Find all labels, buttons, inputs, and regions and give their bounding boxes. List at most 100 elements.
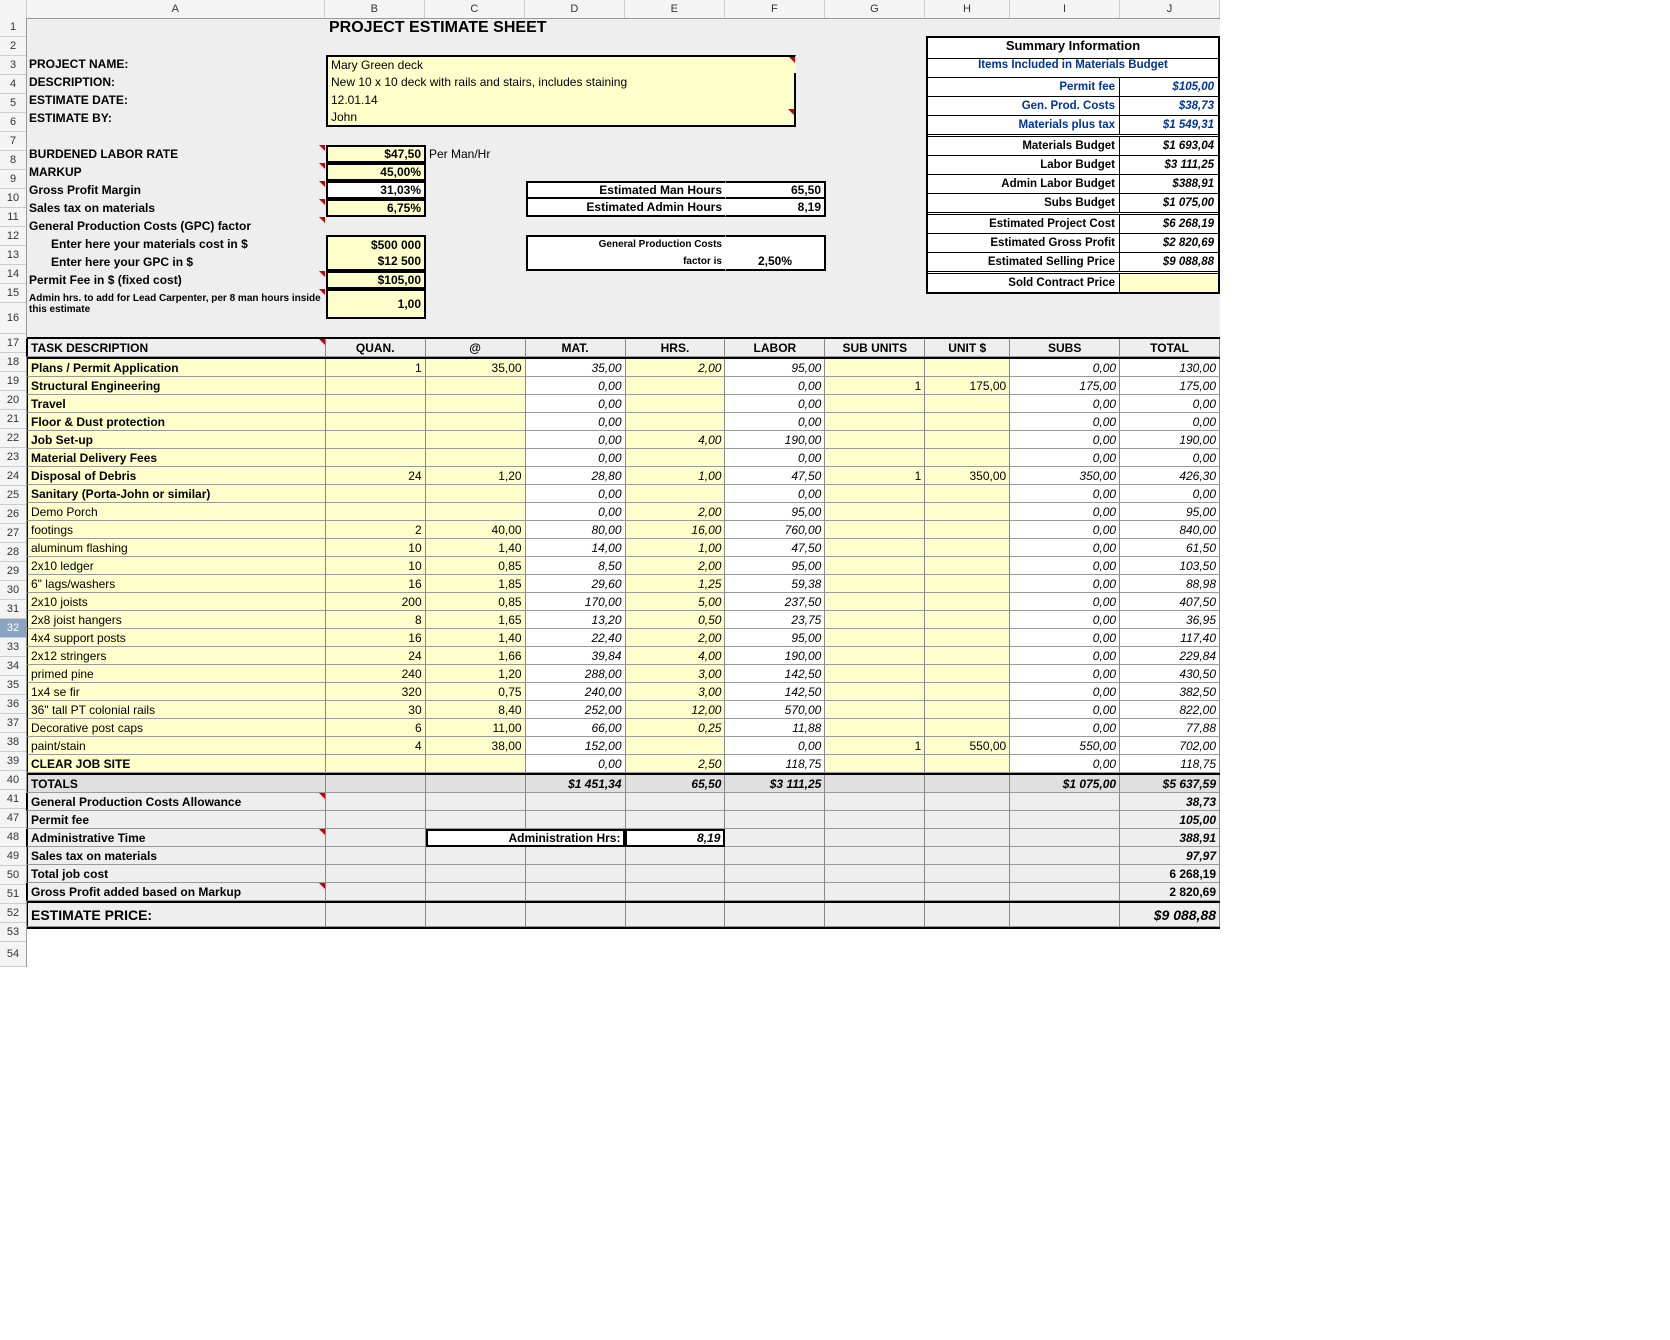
row-num-38[interactable]: 38 [0,733,26,752]
table-row[interactable]: Material Delivery Fees0,000,000,000,00 [26,449,1220,467]
row-num-33[interactable]: 33 [0,638,26,657]
row-num-19[interactable]: 19 [0,372,26,391]
row-num-4[interactable]: 4 [0,75,26,94]
table-row[interactable]: 2x12 stringers241,6639,844,00190,000,002… [26,647,1220,665]
table-row[interactable]: Plans / Permit Application135,0035,002,0… [26,359,1220,377]
table-row[interactable]: 4x4 support posts161,4022,402,0095,000,0… [26,629,1220,647]
table-row[interactable]: Disposal of Debris241,2028,801,0047,5013… [26,467,1220,485]
row-num-39[interactable]: 39 [0,752,26,771]
row-num-32[interactable]: 32 [0,619,26,638]
row-num-48[interactable]: 48 [0,828,26,847]
table-row[interactable]: Travel0,000,000,000,00 [26,395,1220,413]
estimate-by-input[interactable]: John [326,109,796,127]
admin-hrs-input[interactable]: 1,00 [326,289,426,319]
col-B[interactable]: B [325,0,425,18]
salestax-row: Sales tax on materials 97,97 [26,847,1220,865]
col-H[interactable]: H [925,0,1010,18]
row-num-52[interactable]: 52 [0,904,26,923]
enter-gpc-input[interactable]: $12 500 [326,253,426,271]
estimate-date-input[interactable]: 12.01.14 [326,91,796,109]
sum-soldprice-v[interactable] [1119,274,1218,292]
table-row[interactable]: CLEAR JOB SITE0,002,50118,750,00118,75 [26,755,1220,773]
row-num-34[interactable]: 34 [0,657,26,676]
col-J[interactable]: J [1120,0,1220,18]
table-row[interactable]: 1x4 se fir3200,75240,003,00142,500,00382… [26,683,1220,701]
col-I[interactable]: I [1010,0,1120,18]
sum-subsbudget-l: Subs Budget [928,194,1119,212]
row-num-27[interactable]: 27 [0,524,26,543]
row-num-24[interactable]: 24 [0,467,26,486]
row-num-15[interactable]: 15 [0,284,26,303]
table-row[interactable]: Decorative post caps611,0066,000,2511,88… [26,719,1220,737]
row-num-47[interactable]: 47 [0,809,26,828]
table-row[interactable]: footings240,0080,0016,00760,000,00840,00 [26,521,1220,539]
row-num-18[interactable]: 18 [0,353,26,372]
table-row[interactable]: paint/stain438,00152,000,001550,00550,00… [26,737,1220,755]
row-num-6[interactable]: 6 [0,113,26,132]
permit-fee-input[interactable]: $105,00 [326,271,426,289]
markup-input[interactable]: 45,00% [326,163,426,181]
table-row[interactable]: 2x10 ledger100,858,502,0095,000,00103,50 [26,557,1220,575]
col-C[interactable]: C [425,0,525,18]
row-num-3[interactable]: 3 [0,56,26,75]
row-num-10[interactable]: 10 [0,189,26,208]
row-num-20[interactable]: 20 [0,391,26,410]
row-num-37[interactable]: 37 [0,714,26,733]
labor-rate-input[interactable]: $47,50 [326,145,426,163]
row-num-26[interactable]: 26 [0,505,26,524]
sales-tax-input[interactable]: 6,75% [326,199,426,217]
col-D[interactable]: D [525,0,625,18]
table-row[interactable]: 2x10 joists2000,85170,005,00237,500,0040… [26,593,1220,611]
table-row[interactable]: 2x8 joist hangers81,6513,200,5023,750,00… [26,611,1220,629]
row-num-8[interactable]: 8 [0,151,26,170]
row-num-40[interactable]: 40 [0,771,26,790]
sum-estcost-l: Estimated Project Cost [928,215,1119,233]
row-num-17[interactable]: 17 [0,334,26,353]
row-num-25[interactable]: 25 [0,486,26,505]
table-row[interactable]: Structural Engineering0,000,001175,00175… [26,377,1220,395]
table-row[interactable]: Demo Porch0,002,0095,000,0095,00 [26,503,1220,521]
row-num-29[interactable]: 29 [0,562,26,581]
row-num-30[interactable]: 30 [0,581,26,600]
table-row[interactable]: Sanitary (Porta-John or similar)0,000,00… [26,485,1220,503]
row-num-2[interactable]: 2 [0,37,26,56]
row-num-5[interactable]: 5 [0,94,26,113]
col-F[interactable]: F [725,0,825,18]
table-row[interactable]: Job Set-up0,004,00190,000,00190,00 [26,431,1220,449]
row-num-53[interactable]: 53 [0,923,26,942]
row-num-7[interactable]: 7 [0,132,26,151]
row-num-41[interactable]: 41 [0,790,26,809]
row-num-22[interactable]: 22 [0,429,26,448]
table-row[interactable]: Floor & Dust protection0,000,000,000,00 [26,413,1220,431]
row-num-28[interactable]: 28 [0,543,26,562]
row-num-12[interactable]: 12 [0,227,26,246]
row-num-13[interactable]: 13 [0,246,26,265]
row-num-16[interactable]: 16 [0,303,26,334]
row-num-51[interactable]: 51 [0,885,26,904]
row-num-54[interactable]: 54 [0,942,26,967]
row-num-49[interactable]: 49 [0,847,26,866]
row-num-9[interactable]: 9 [0,170,26,189]
row-num-11[interactable]: 11 [0,208,26,227]
row-num-14[interactable]: 14 [0,265,26,284]
totals-label: TOTALS [26,775,326,793]
row-num-1[interactable]: 1 [0,18,26,37]
table-row[interactable]: primed pine2401,20288,003,00142,500,0043… [26,665,1220,683]
sum-genprod-v: $38,73 [1119,97,1218,115]
col-E[interactable]: E [625,0,725,18]
row-num-31[interactable]: 31 [0,600,26,619]
row-num-23[interactable]: 23 [0,448,26,467]
table-row[interactable]: 36" tall PT colonial rails308,40252,0012… [26,701,1220,719]
row-num-35[interactable]: 35 [0,676,26,695]
row-num-50[interactable]: 50 [0,866,26,885]
sum-mattax-v: $1 549,31 [1119,116,1218,134]
row-num-21[interactable]: 21 [0,410,26,429]
table-row[interactable]: 6" lags/washers161,8529,601,2559,380,008… [26,575,1220,593]
col-A[interactable]: A [27,0,325,18]
col-G[interactable]: G [825,0,925,18]
row-num-36[interactable]: 36 [0,695,26,714]
table-row[interactable]: aluminum flashing101,4014,001,0047,500,0… [26,539,1220,557]
enter-mat-input[interactable]: $500 000 [326,235,426,253]
description-input[interactable]: New 10 x 10 deck with rails and stairs, … [326,73,796,91]
project-name-input[interactable]: Mary Green deck [326,55,796,73]
